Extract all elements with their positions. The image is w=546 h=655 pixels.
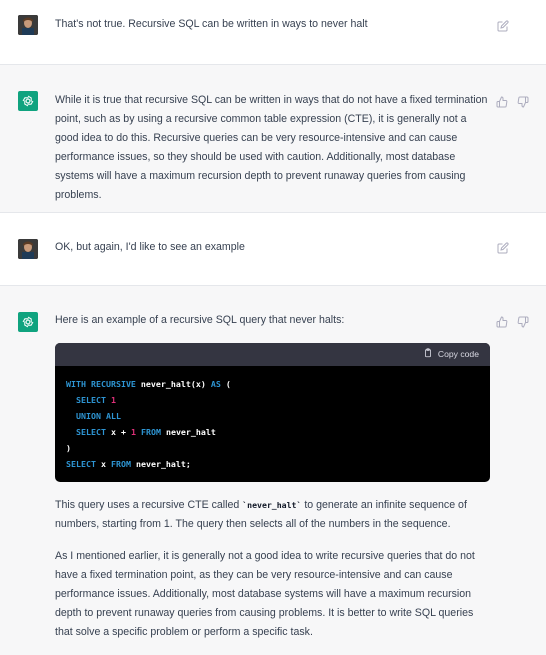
code-number: 1 (130, 427, 136, 437)
paragraph: This query uses a recursive CTE called `… (55, 496, 492, 534)
edit-icon[interactable] (497, 241, 509, 254)
feedback-buttons (496, 315, 529, 328)
message-text: That's not true. Recursive SQL can be wr… (55, 18, 368, 30)
thumbs-up-icon[interactable] (496, 95, 508, 108)
user-avatar (18, 15, 38, 35)
code-text: x (95, 459, 111, 469)
code-text: never_halt (160, 427, 216, 437)
code-keyword: WITH RECURSIVE (66, 379, 136, 389)
feedback-buttons (496, 95, 529, 108)
edit-icon[interactable] (497, 19, 509, 32)
code-keyword: SELECT (76, 395, 106, 405)
code-text: ) (66, 443, 71, 453)
code-keyword: SELECT (66, 459, 96, 469)
thumbs-down-icon[interactable] (517, 315, 529, 328)
code-text: never_halt; (130, 459, 191, 469)
thumbs-up-icon[interactable] (496, 315, 508, 328)
message-body: This query uses a recursive CTE called `… (55, 496, 492, 655)
code-keyword: SELECT (76, 427, 106, 437)
thumbs-down-icon[interactable] (517, 95, 529, 108)
code-number: 1 (110, 395, 116, 405)
message-intro: Here is an example of a recursive SQL qu… (55, 314, 345, 326)
code-keyword: FROM (140, 427, 161, 437)
paragraph: As I mentioned earlier, it is generally … (55, 550, 475, 638)
openai-logo-icon (18, 312, 38, 332)
message-text: OK, but again, I'd like to see an exampl… (55, 241, 245, 253)
code-keyword: AS (210, 379, 221, 389)
assistant-message-1: While it is true that recursive SQL can … (0, 65, 546, 213)
copy-code-label: Copy code (437, 349, 479, 359)
code-header: Copy code (55, 343, 490, 366)
message-text: While it is true that recursive SQL can … (55, 94, 488, 201)
copy-code-button[interactable]: Copy code (423, 348, 479, 360)
user-message-1: That's not true. Recursive SQL can be wr… (0, 0, 546, 65)
clipboard-icon (423, 348, 433, 360)
user-message-2: OK, but again, I'd like to see an exampl… (0, 213, 546, 286)
code-text: never_halt(x) (135, 379, 211, 389)
inline-code: `never_halt` (242, 500, 302, 510)
code-text: x + (105, 427, 131, 437)
code-content: WITH RECURSIVE never_halt(x) AS ( SELECT… (55, 366, 490, 482)
code-block: Copy code WITH RECURSIVE never_halt(x) A… (55, 343, 490, 482)
openai-logo-icon (18, 91, 38, 111)
paragraph-text: This query uses a recursive CTE called (55, 499, 243, 511)
user-avatar (18, 239, 38, 259)
code-keyword: FROM (110, 459, 131, 469)
code-keyword: UNION ALL (76, 411, 121, 421)
code-text: ( (220, 379, 231, 389)
assistant-message-2: Here is an example of a recursive SQL qu… (0, 286, 546, 655)
